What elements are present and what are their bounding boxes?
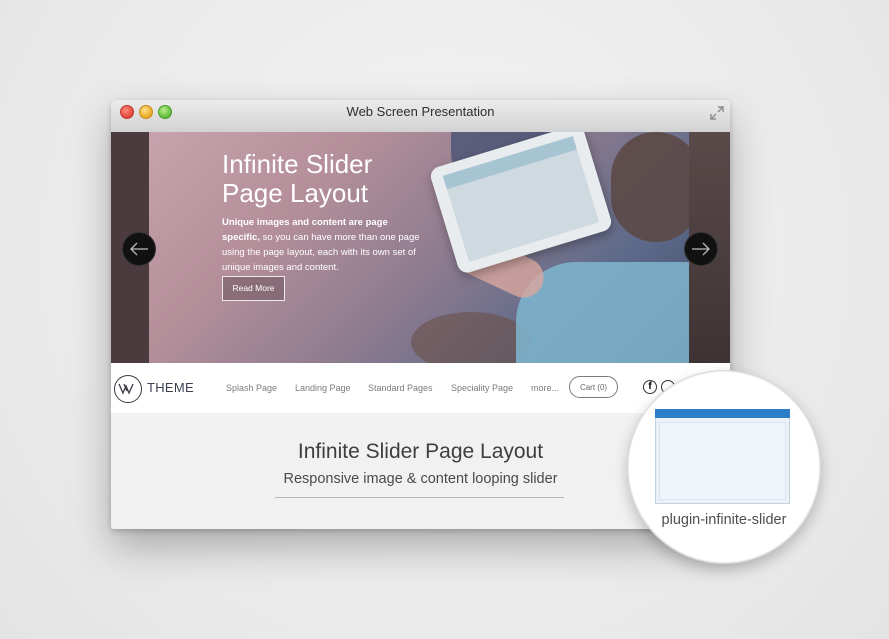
slider-prev-button[interactable] bbox=[122, 232, 156, 266]
facebook-icon[interactable]: f bbox=[643, 380, 657, 394]
title-bar: Web Screen Presentation bbox=[111, 100, 730, 133]
nav-item-more[interactable]: more... bbox=[531, 383, 559, 393]
nav-item-speciality-page[interactable]: Speciality Page bbox=[451, 383, 513, 393]
window-title: Web Screen Presentation bbox=[346, 104, 495, 119]
hero-title-line2: Page Layout bbox=[222, 178, 369, 208]
site-navbar: THEME Splash Page Landing Page Standard … bbox=[111, 363, 730, 413]
hero-photo-head bbox=[611, 132, 701, 242]
nav-item-landing-page[interactable]: Landing Page bbox=[295, 383, 351, 393]
arrow-left-icon bbox=[130, 242, 148, 256]
hero-slider: Infinite Slider Page Layout Unique image… bbox=[111, 132, 730, 363]
plugin-label: plugin-infinite-slider bbox=[661, 512, 787, 528]
hero-title: Infinite Slider Page Layout bbox=[222, 150, 452, 208]
hero-lead-text: Unique images and content are page speci… bbox=[222, 215, 422, 275]
fullscreen-arrows-icon[interactable] bbox=[710, 106, 724, 120]
subtitle-divider bbox=[275, 497, 564, 498]
hero-photo-basket bbox=[411, 312, 531, 363]
plugin-magnifier: plugin-infinite-slider bbox=[627, 370, 821, 564]
logo-mark-icon bbox=[118, 383, 134, 395]
slider-next-button[interactable] bbox=[684, 232, 718, 266]
page-thumbnail-body bbox=[659, 422, 786, 500]
logo-text[interactable]: THEME bbox=[147, 380, 194, 395]
page-thumbnail-icon bbox=[655, 409, 790, 504]
nav-item-splash-page[interactable]: Splash Page bbox=[226, 383, 277, 393]
page-thumbnail-bar bbox=[655, 409, 790, 418]
logo-icon[interactable] bbox=[114, 375, 142, 403]
hero-title-line1: Infinite Slider bbox=[222, 149, 373, 179]
cart-button[interactable]: Cart (0) bbox=[569, 376, 618, 398]
nav-item-standard-pages[interactable]: Standard Pages bbox=[368, 383, 433, 393]
read-more-button[interactable]: Read More bbox=[222, 276, 285, 301]
arrow-right-icon bbox=[692, 242, 710, 256]
